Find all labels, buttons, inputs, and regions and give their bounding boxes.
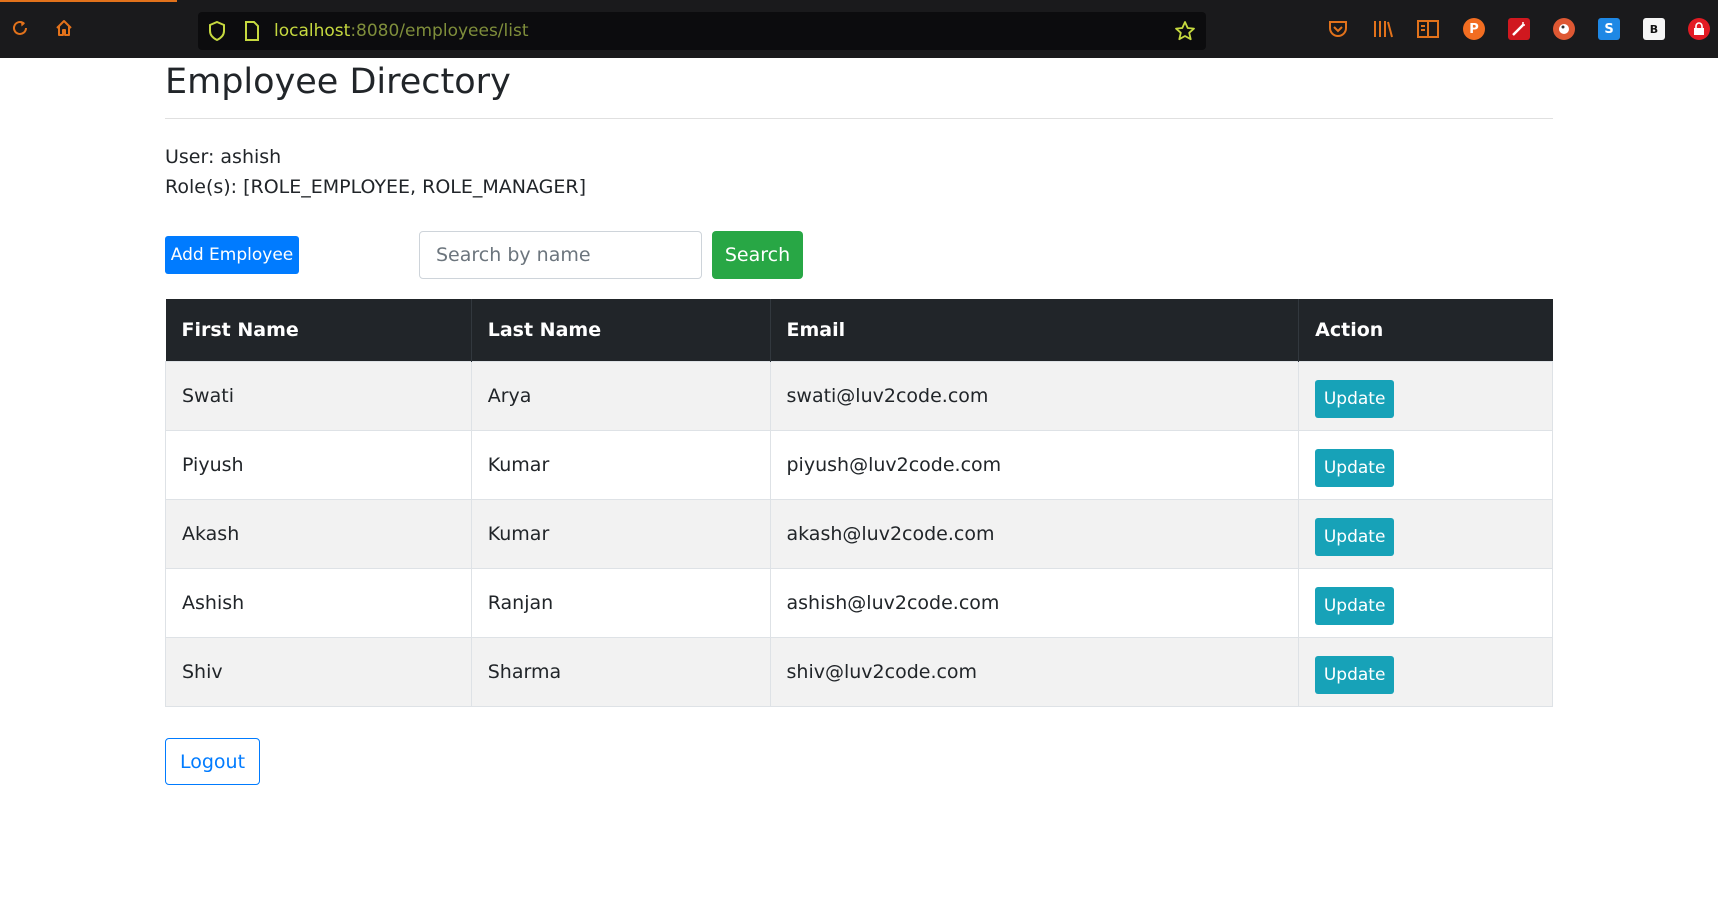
cell-action: Update xyxy=(1298,429,1553,500)
cell-email: ashish@luv2code.com xyxy=(769,567,1300,638)
url-bar[interactable]: localhost:8080/employees/list xyxy=(198,12,1206,50)
cell-first-name: Piyush xyxy=(165,429,472,500)
reload-icon[interactable] xyxy=(8,16,32,40)
cell-last-name: Kumar xyxy=(470,429,771,500)
cell-email: piyush@luv2code.com xyxy=(769,429,1300,500)
extension-s-icon[interactable]: S xyxy=(1598,18,1620,40)
cell-action: Update xyxy=(1298,498,1553,569)
cell-first-name: Shiv xyxy=(165,636,472,707)
tracking-protection-shield-icon[interactable] xyxy=(208,20,226,45)
table-row: Swati Arya swati@luv2code.com Update xyxy=(165,360,1553,431)
header-action: Action xyxy=(1298,299,1553,361)
duckduckgo-icon[interactable] xyxy=(1553,18,1575,40)
page-title: Employee Directory xyxy=(165,62,511,102)
search-input[interactable] xyxy=(419,231,702,279)
bookmark-star-icon[interactable] xyxy=(1174,20,1196,46)
update-button[interactable]: Update xyxy=(1315,517,1395,556)
table-row: Ashish Ranjan ashish@luv2code.com Update xyxy=(165,567,1553,638)
title-divider xyxy=(165,118,1553,119)
cell-first-name: Ashish xyxy=(165,567,472,638)
cell-first-name: Swati xyxy=(165,360,472,431)
cell-last-name: Arya xyxy=(470,360,771,431)
update-button[interactable]: Update xyxy=(1315,586,1395,625)
cell-email: akash@luv2code.com xyxy=(769,498,1300,569)
cell-email: shiv@luv2code.com xyxy=(769,636,1300,707)
extension-wand-icon[interactable] xyxy=(1508,18,1530,40)
cell-action: Update xyxy=(1298,567,1553,638)
url-host: localhost xyxy=(274,21,351,41)
cell-email: swati@luv2code.com xyxy=(769,360,1300,431)
extension-s-letter: S xyxy=(1604,21,1614,37)
cell-action: Update xyxy=(1298,360,1553,431)
extension-p-icon[interactable]: P xyxy=(1463,18,1485,40)
search-button[interactable]: Search xyxy=(712,231,803,279)
header-first-name: First Name xyxy=(165,299,472,361)
home-icon[interactable] xyxy=(52,16,76,40)
table-header-row: First Name Last Name Email Action xyxy=(165,299,1553,361)
cell-last-name: Kumar xyxy=(470,498,771,569)
table-row: Piyush Kumar piyush@luv2code.com Update xyxy=(165,429,1553,500)
header-email: Email xyxy=(770,299,1300,361)
add-employee-button[interactable]: Add Employee xyxy=(165,236,299,274)
reader-view-icon[interactable] xyxy=(1417,18,1439,40)
library-icon[interactable] xyxy=(1372,18,1394,40)
update-button[interactable]: Update xyxy=(1315,655,1395,694)
user-info: User: ashish xyxy=(165,146,282,168)
table-row: Shiv Sharma shiv@luv2code.com Update xyxy=(165,636,1553,707)
cell-action: Update xyxy=(1298,636,1553,707)
update-button[interactable]: Update xyxy=(1315,379,1395,418)
cell-last-name: Ranjan xyxy=(470,567,771,638)
extension-b-icon[interactable]: B xyxy=(1643,18,1665,40)
extension-p-letter: P xyxy=(1469,21,1479,37)
page-info-icon[interactable] xyxy=(244,21,260,45)
active-tab-indicator xyxy=(0,0,177,2)
roles-info: Role(s): [ROLE_EMPLOYEE, ROLE_MANAGER] xyxy=(165,176,586,198)
logout-button[interactable]: Logout xyxy=(165,738,260,785)
table-row: Akash Kumar akash@luv2code.com Update xyxy=(165,498,1553,569)
extension-b-letter: B xyxy=(1649,22,1659,36)
url-text[interactable]: localhost:8080/employees/list xyxy=(274,21,529,41)
update-button[interactable]: Update xyxy=(1315,448,1395,487)
browser-toolbar: localhost:8080/employees/list P S B xyxy=(0,0,1718,58)
header-last-name: Last Name xyxy=(471,299,771,361)
cell-last-name: Sharma xyxy=(470,636,771,707)
extension-lock-icon[interactable] xyxy=(1688,18,1710,40)
url-path: :8080/employees/list xyxy=(350,21,529,41)
pocket-icon[interactable] xyxy=(1327,18,1349,40)
cell-first-name: Akash xyxy=(165,498,472,569)
employee-table: First Name Last Name Email Action Swati … xyxy=(165,299,1553,707)
